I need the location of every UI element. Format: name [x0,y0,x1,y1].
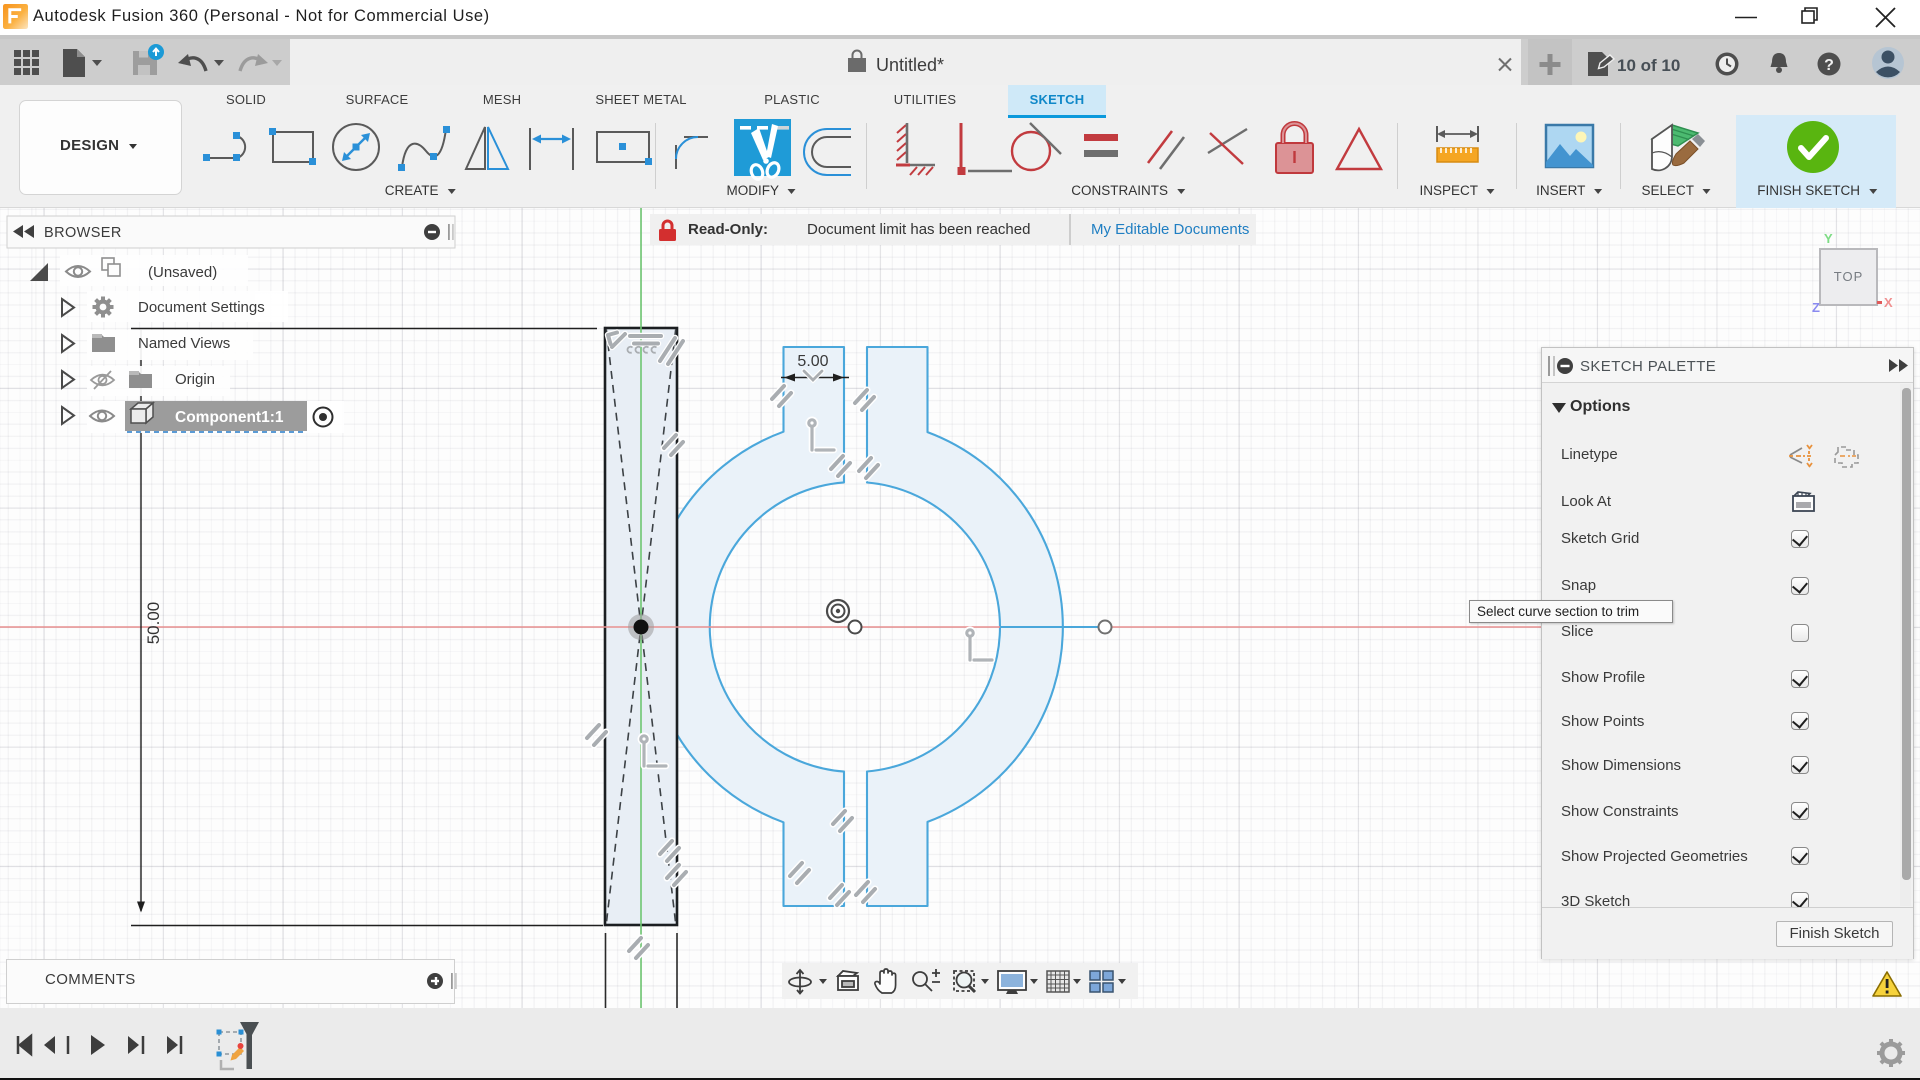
svg-text:Named Views: Named Views [138,335,230,352]
svg-text:50.00: 50.00 [144,602,163,645]
svg-text:Component1:1: Component1:1 [175,409,284,426]
svg-text:10 of 10: 10 of 10 [1617,56,1680,75]
svg-text:5.00: 5.00 [797,353,828,370]
svg-text:?: ? [1824,57,1834,74]
svg-text:BROWSER: BROWSER [44,225,122,241]
svg-text:(Unsaved): (Unsaved) [148,264,217,281]
svg-text:Untitled*: Untitled* [876,55,944,75]
svg-text:Origin: Origin [175,371,215,388]
svg-text:Document Settings: Document Settings [138,299,265,316]
